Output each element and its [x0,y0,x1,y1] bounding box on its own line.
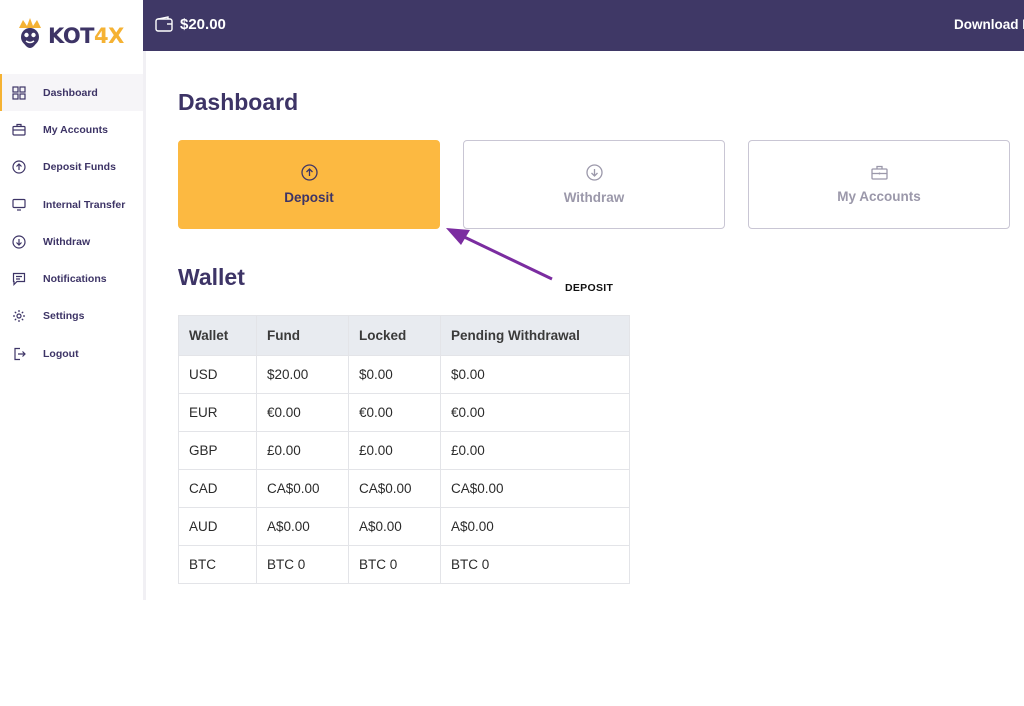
table-cell: BTC 0 [440,545,630,584]
table-cell: CA$0.00 [348,469,441,508]
table-row: EUR €0.00 €0.00 €0.00 [178,393,630,432]
logout-icon [11,346,27,362]
logo-mascot-icon [19,18,41,48]
card-label: Withdraw [563,190,625,205]
logo[interactable]: KOT4X [16,14,124,58]
balance-display: $20.00 [180,16,226,33]
sidebar-item-withdraw[interactable]: Withdraw [0,223,143,260]
sidebar-item-label: Internal Transfer [43,198,126,211]
arrow-up-circle-icon [11,159,27,175]
sidebar-item-label: Dashboard [43,86,98,99]
sidebar-item-logout[interactable]: Logout [0,335,143,372]
sidebar-item-notifications[interactable]: Notifications [0,260,143,297]
sidebar-nav: Dashboard My Accounts Deposit Funds Inte… [0,74,143,372]
table-cell: GBP [178,431,257,470]
sidebar-item-label: Notifications [43,273,107,286]
table-cell: €0.00 [256,393,349,432]
column-header: Wallet [178,315,257,356]
sidebar-item-label: Logout [43,347,79,360]
table-cell: USD [178,355,257,394]
download-link[interactable]: Download M [954,17,1024,32]
logo-text: KOT4X [48,24,124,48]
table-cell: £0.00 [348,431,441,470]
table-cell: EUR [178,393,257,432]
column-header: Locked [348,315,441,356]
table-cell: €0.00 [440,393,630,432]
monitor-icon [11,197,27,213]
sidebar-item-my-accounts[interactable]: My Accounts [0,111,143,148]
sidebar-item-internal-transfer[interactable]: Internal Transfer [0,186,143,223]
withdraw-card-button[interactable]: Withdraw [463,140,725,229]
table-row: BTC BTC 0 BTC 0 BTC 0 [178,545,630,584]
table-row: CAD CA$0.00 CA$0.00 CA$0.00 [178,469,630,508]
card-label: Deposit [284,190,334,205]
sidebar-item-dashboard[interactable]: Dashboard [0,74,143,112]
sidebar-item-label: Deposit Funds [43,161,116,174]
table-cell: A$0.00 [256,507,349,546]
table-cell: BTC [178,545,257,584]
sidebar-item-deposit-funds[interactable]: Deposit Funds [0,149,143,186]
arrow-down-circle-icon [585,164,603,184]
wallet-icon [155,16,173,37]
table-cell: A$0.00 [440,507,630,546]
table-cell: $0.00 [348,355,441,394]
table-cell: AUD [178,507,257,546]
arrow-down-circle-icon [11,234,27,250]
table-row: AUD A$0.00 A$0.00 A$0.00 [178,507,630,546]
gear-icon [11,308,27,324]
annotation-label: DEPOSIT [565,282,614,294]
column-header: Fund [256,315,349,356]
card-label: My Accounts [837,189,921,204]
briefcase-icon [11,122,27,138]
my-accounts-card-button[interactable]: My Accounts [748,140,1010,229]
sidebar-item-label: Settings [43,310,85,323]
table-cell: CAD [178,469,257,508]
table-cell: $20.00 [256,355,349,394]
dashboard-grid-icon [11,85,27,101]
table-row: USD $20.00 $0.00 $0.00 [178,355,630,394]
table-header-row: Wallet Fund Locked Pending Withdrawal [178,315,630,356]
table-cell: A$0.00 [348,507,441,546]
table-cell: £0.00 [256,431,349,470]
message-icon [11,271,27,287]
sidebar-item-label: My Accounts [43,123,108,136]
table-cell: €0.00 [348,393,441,432]
table-cell: $0.00 [440,355,630,394]
content-divider [143,51,146,600]
table-cell: CA$0.00 [440,469,630,508]
briefcase-icon [870,165,888,183]
top-bar: $20.00 Download M [143,0,1024,51]
sidebar-item-settings[interactable]: Settings [0,298,143,335]
table-cell: £0.00 [440,431,630,470]
page-title: Dashboard [178,89,299,115]
wallet-table: Wallet Fund Locked Pending Withdrawal US… [178,315,630,584]
sidebar-item-label: Withdraw [43,235,91,248]
arrow-up-circle-icon [300,164,318,184]
wallet-title: Wallet [178,264,245,290]
table-cell: BTC 0 [348,545,441,584]
table-cell: BTC 0 [256,545,349,584]
column-header: Pending Withdrawal [440,315,630,356]
table-cell: CA$0.00 [256,469,349,508]
deposit-card-button[interactable]: Deposit [178,140,440,229]
sidebar: KOT4X Dashboard My Accounts Deposit Fund… [0,0,143,600]
table-row: GBP £0.00 £0.00 £0.00 [178,431,630,470]
